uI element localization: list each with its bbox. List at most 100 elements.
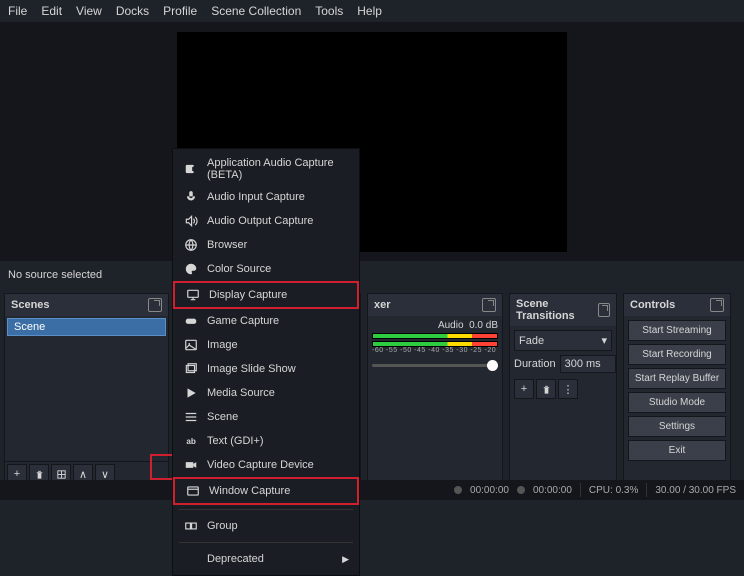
source-type-group[interactable]: Group [173, 514, 359, 538]
menu-separator [179, 509, 353, 510]
record-time: 00:00:00 [533, 485, 572, 496]
menu-item-label: Text (GDI+) [207, 435, 264, 447]
menu-item-label: Game Capture [207, 315, 279, 327]
exit-button[interactable]: Exit [628, 440, 726, 461]
meter-ticks: -60 -55 -50 -45 -40 -35 -30 -25 -20 -15 … [372, 347, 498, 354]
mic-icon [183, 189, 199, 205]
status-bar: 00:00:00 00:00:00 CPU: 0.3% 30.00 / 30.0… [0, 480, 744, 500]
source-type-deprecated[interactable]: Deprecated▶ [173, 547, 359, 571]
scene-item[interactable]: Scene [7, 318, 166, 336]
transition-selected: Fade [519, 335, 544, 347]
source-type-image[interactable]: Image [173, 333, 359, 357]
transitions-header: Scene Transitions [510, 294, 616, 326]
remove-transition-button[interactable] [536, 379, 556, 399]
source-type-browser[interactable]: Browser [173, 233, 359, 257]
menu-item-label: Image [207, 339, 238, 351]
scenes-list[interactable]: Scene [5, 316, 168, 461]
stream-time: 00:00:00 [470, 485, 509, 496]
duration-label: Duration [514, 358, 556, 370]
transitions-dock: Scene Transitions Fade ▾ Duration + ⋮ [509, 293, 617, 487]
menu-edit[interactable]: Edit [41, 4, 62, 18]
menu-item-label: Image Slide Show [207, 363, 296, 375]
docks-row: Scenes Scene + ∧ ∨ S + xer Audio [0, 289, 744, 493]
mixer-body: Audio 0.0 dB -60 -55 -50 -45 -40 -35 -30… [368, 316, 502, 371]
transition-props-button[interactable]: ⋮ [558, 379, 578, 399]
transition-select[interactable]: Fade ▾ [514, 330, 612, 351]
add-transition-button[interactable]: + [514, 379, 534, 399]
camera-icon [183, 457, 199, 473]
image-icon [183, 337, 199, 353]
start-streaming-button[interactable]: Start Streaming [628, 320, 726, 341]
gamepad-icon [183, 313, 199, 329]
duration-input[interactable] [560, 355, 616, 373]
menu-item-label: Color Source [207, 263, 271, 275]
menu-profile[interactable]: Profile [163, 4, 197, 18]
start-recording-button[interactable]: Start Recording [628, 344, 726, 365]
source-type-game-capture[interactable]: Game Capture [173, 309, 359, 333]
mixer-db: 0.0 dB [469, 320, 498, 331]
source-type-application-audio-capture-beta[interactable]: Application Audio Capture (BETA) [173, 153, 359, 185]
menu-item-label: Video Capture Device [207, 459, 314, 471]
start-replay-buffer-button[interactable]: Start Replay Buffer [628, 368, 726, 389]
menu-docks[interactable]: Docks [116, 4, 149, 18]
source-type-image-slide-show[interactable]: Image Slide Show [173, 357, 359, 381]
svg-text:ab: ab [186, 437, 196, 446]
menu-item-label: Group [207, 520, 238, 532]
menubar: File Edit View Docks Profile Scene Colle… [0, 0, 744, 23]
volume-slider[interactable] [372, 364, 498, 367]
menu-item-label: Scene [207, 411, 238, 423]
scenes-header: Scenes [5, 294, 168, 316]
text-icon: ab [183, 433, 199, 449]
slides-icon [183, 361, 199, 377]
popout-icon[interactable] [598, 303, 610, 317]
popout-icon[interactable] [482, 298, 496, 312]
app-audio-icon [183, 161, 199, 177]
chevron-right-icon: ▶ [342, 554, 349, 565]
menu-separator [179, 542, 353, 543]
controls-body: Start Streaming Start Recording Start Re… [624, 316, 730, 465]
menu-item-label: Browser [207, 239, 247, 251]
menu-item-label: Window Capture [209, 485, 290, 497]
transitions-body: Fade ▾ Duration + ⋮ [510, 326, 616, 403]
menu-file[interactable]: File [8, 4, 27, 18]
scenes-title: Scenes [11, 299, 50, 311]
settings-button[interactable]: Settings [628, 416, 726, 437]
source-type-audio-output-capture[interactable]: Audio Output Capture [173, 209, 359, 233]
menu-view[interactable]: View [76, 4, 102, 18]
source-type-media-source[interactable]: Media Source [173, 381, 359, 405]
studio-mode-button[interactable]: Studio Mode [628, 392, 726, 413]
source-type-display-capture[interactable]: Display Capture [173, 281, 359, 309]
menu-help[interactable]: Help [357, 4, 382, 18]
record-status-dot [517, 486, 525, 494]
popout-icon[interactable] [710, 298, 724, 312]
group-icon [183, 518, 199, 534]
source-type-video-capture-device[interactable]: Video Capture Device [173, 453, 359, 477]
blank-icon [183, 551, 199, 567]
controls-dock: Controls Start Streaming Start Recording… [623, 293, 731, 487]
popout-icon[interactable] [148, 298, 162, 312]
chevron-down-icon: ▾ [601, 334, 607, 347]
mixer-channel-name: Audio [438, 320, 464, 331]
source-type-scene[interactable]: Scene [173, 405, 359, 429]
media-icon [183, 385, 199, 401]
source-type-text-gdi[interactable]: ab Text (GDI+) [173, 429, 359, 453]
menu-item-label: Application Audio Capture (BETA) [207, 157, 349, 181]
menu-item-label: Display Capture [209, 289, 287, 301]
audio-meter [372, 333, 498, 339]
menu-tools[interactable]: Tools [315, 4, 343, 18]
separator [580, 483, 581, 497]
globe-icon [183, 237, 199, 253]
source-type-color-source[interactable]: Color Source [173, 257, 359, 281]
mixer-header: xer [368, 294, 502, 316]
no-source-label: No source selected [0, 261, 744, 289]
fps-display: 30.00 / 30.00 FPS [655, 485, 736, 496]
preview-area[interactable] [0, 23, 744, 261]
scenes-dock: Scenes Scene + ∧ ∨ [4, 293, 169, 487]
source-type-audio-input-capture[interactable]: Audio Input Capture [173, 185, 359, 209]
controls-title: Controls [630, 299, 675, 311]
source-type-window-capture[interactable]: Window Capture [173, 477, 359, 505]
mixer-title-partial: xer [374, 299, 391, 311]
menu-scene-collection[interactable]: Scene Collection [211, 4, 301, 18]
menu-item-label: Media Source [207, 387, 275, 399]
cpu-usage: CPU: 0.3% [589, 485, 638, 496]
